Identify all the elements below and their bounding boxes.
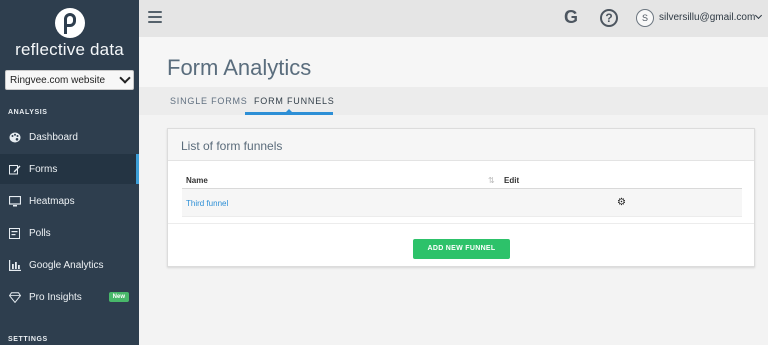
- site-select[interactable]: Ringvee.com website: [5, 70, 134, 90]
- logo-icon: [54, 8, 85, 38]
- sidebar-item-forms[interactable]: Forms: [0, 154, 139, 184]
- sidebar-item-heatmaps[interactable]: Heatmaps: [0, 186, 139, 216]
- monitor-icon: [8, 195, 21, 207]
- card-header: List of form funnels: [168, 129, 754, 161]
- sort-icon[interactable]: ⇅: [488, 176, 495, 185]
- help-icon[interactable]: ?: [600, 9, 618, 27]
- sidebar-item-label: Forms: [29, 163, 58, 175]
- table-header-row: Name ⇅ Edit: [182, 173, 742, 189]
- column-header-name[interactable]: Name: [186, 176, 208, 185]
- sidebar: reflective data Ringvee.com website ANAL…: [0, 0, 139, 345]
- sidebar-item-label: Polls: [29, 227, 51, 239]
- bar-chart-icon: [8, 259, 21, 271]
- funnels-table: Name ⇅ Edit Third funnel ⚙: [182, 173, 742, 217]
- table-row: Third funnel ⚙: [182, 189, 742, 217]
- sidebar-item-polls[interactable]: Polls: [0, 218, 139, 248]
- sidebar-item-label: Google Analytics: [29, 259, 104, 271]
- page-header: Form Analytics: [139, 37, 768, 87]
- add-new-funnel-button[interactable]: ADD NEW FUNNEL: [413, 239, 510, 259]
- chevron-down-icon[interactable]: [754, 11, 763, 20]
- sidebar-item-google-analytics[interactable]: Google Analytics: [0, 250, 139, 280]
- section-title-settings: SETTINGS: [8, 336, 48, 343]
- poll-icon: [8, 227, 21, 239]
- page-title: Form Analytics: [167, 55, 312, 80]
- edit-icon: [8, 163, 21, 175]
- main-content: Form Analytics SINGLE FORMS FORM FUNNELS…: [139, 37, 768, 345]
- new-badge: New: [108, 292, 129, 302]
- brand-logo[interactable]: reflective data: [0, 8, 139, 60]
- tab-form-funnels[interactable]: FORM FUNNELS: [254, 96, 335, 106]
- column-header-edit: Edit: [504, 176, 520, 185]
- google-icon[interactable]: G: [564, 7, 578, 28]
- funnel-name-link[interactable]: Third funnel: [186, 199, 228, 208]
- app: reflective data Ringvee.com website ANAL…: [0, 0, 768, 345]
- site-select-value: Ringvee.com website: [10, 74, 106, 86]
- palette-icon: [8, 131, 21, 143]
- user-email[interactable]: silversillu@gmail.com: [659, 12, 755, 23]
- brand-name: reflective data: [15, 40, 124, 59]
- funnels-card: List of form funnels Name ⇅ Edit Third f…: [167, 128, 755, 267]
- diamond-icon: [8, 291, 21, 303]
- card-divider: [168, 223, 754, 224]
- sidebar-item-label: Dashboard: [29, 131, 78, 143]
- hamburger-menu-icon[interactable]: [148, 11, 162, 23]
- gear-icon[interactable]: ⚙: [617, 197, 626, 208]
- sidebar-item-label: Heatmaps: [29, 195, 75, 207]
- sidebar-item-pro-insights[interactable]: Pro Insights New: [0, 282, 139, 312]
- avatar[interactable]: S: [636, 9, 654, 27]
- sidebar-item-dashboard[interactable]: Dashboard: [0, 122, 139, 152]
- section-title-analysis: ANALYSIS: [8, 109, 48, 116]
- tab-single-forms[interactable]: SINGLE FORMS: [170, 96, 248, 106]
- active-tab-underline: [245, 112, 333, 115]
- chevron-down-icon: [119, 72, 131, 84]
- topbar: G ? S silversillu@gmail.com: [139, 0, 768, 37]
- card-title: List of form funnels: [181, 139, 283, 153]
- tab-bar: SINGLE FORMS FORM FUNNELS: [139, 87, 768, 115]
- sidebar-item-label: Pro Insights: [29, 291, 82, 303]
